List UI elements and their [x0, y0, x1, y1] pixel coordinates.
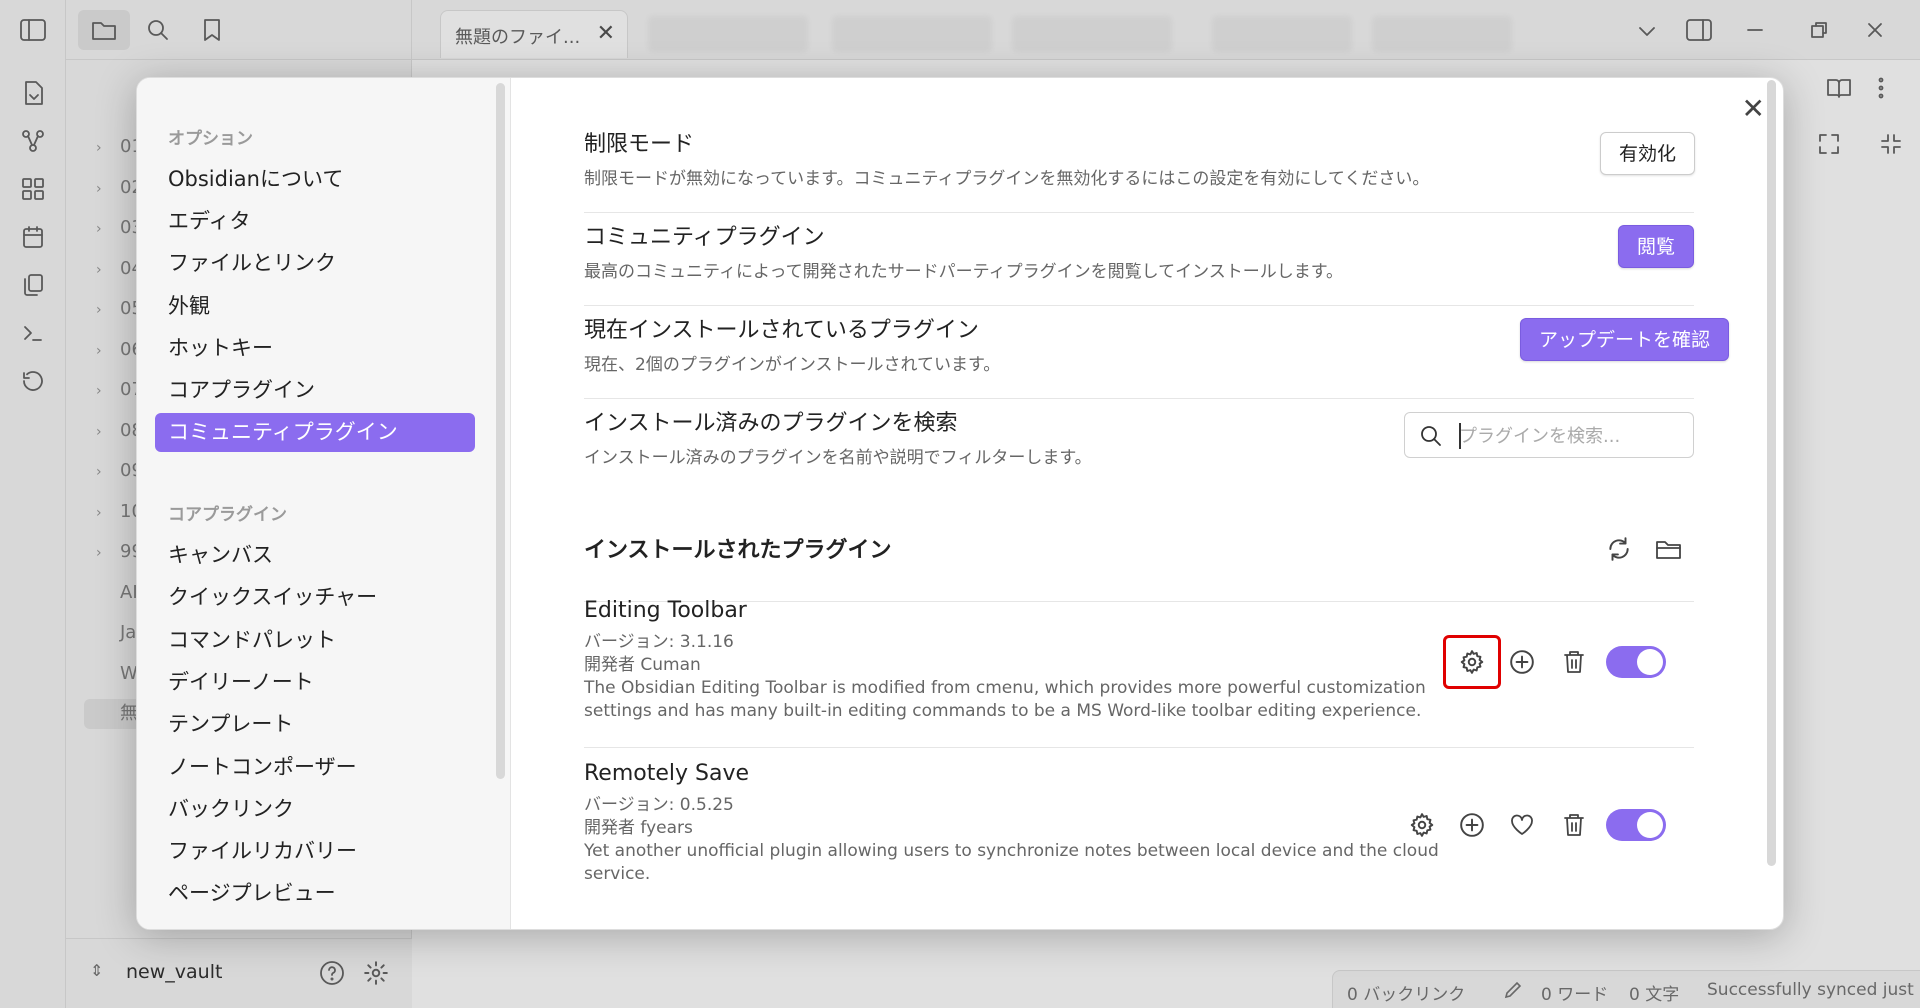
installed-plugins-section: インストールされたプラグイン — [584, 520, 1694, 602]
plugin-desc: Yet another unofficial plugin allowing u… — [584, 841, 1439, 884]
modal-close-icon[interactable]: ✕ — [1742, 92, 1765, 125]
settings-nav-item[interactable]: コミュニティプラグイン — [155, 413, 475, 453]
plugin-enable-toggle[interactable] — [1606, 809, 1666, 841]
toggle-knob — [1637, 649, 1663, 675]
settings-nav-item[interactable]: Obsidianについて — [155, 160, 475, 199]
settings-nav-item[interactable]: ホットキー — [155, 329, 475, 368]
settings-nav-core-item[interactable]: ページプレビュー — [155, 874, 475, 913]
content-scrollbar[interactable] — [1767, 80, 1776, 866]
text-caret — [1459, 423, 1461, 449]
settings-nav-item[interactable]: ファイルとリンク — [155, 244, 475, 283]
settings-nav-core-item[interactable]: テンプレート — [155, 705, 475, 744]
plugin-desc: The Obsidian Editing Toolbar is modified… — [584, 678, 1426, 721]
reload-plugins-icon[interactable] — [1602, 532, 1636, 566]
enable-restricted-mode-button[interactable]: 有効化 — [1600, 132, 1696, 175]
settings-nav-item[interactable]: エディタ — [155, 202, 475, 241]
setting-desc: 制限モードが無効になっています。コミュニティプラグインを無効化するにはこの設定を… — [584, 169, 1430, 189]
browse-plugins-button[interactable]: 閲覧 — [1618, 225, 1695, 268]
settings-nav-core-item[interactable]: クイックスイッチャー — [155, 578, 475, 617]
setting-restricted-mode: 制限モード 制限モードが無効になっています。コミュニティプラグインを無効化するに… — [584, 126, 1694, 213]
setting-community-plugins: コミュニティプラグイン 最高のコミュニティによって開発されたサードパーティプラグ… — [584, 219, 1694, 306]
open-plugins-folder-icon[interactable] — [1652, 532, 1686, 566]
setting-desc: 最高のコミュニティによって開発されたサードパーティプラグインを閲覧してインストー… — [584, 262, 1344, 282]
setting-name: 制限モード — [584, 132, 695, 157]
plugin-search-input[interactable] — [1459, 421, 1679, 451]
plugin-enable-toggle[interactable] — [1606, 646, 1666, 678]
section-title: インストールされたプラグイン — [584, 538, 892, 563]
plugin-hotkeys-plus-icon[interactable] — [1505, 645, 1539, 679]
plugin-name: Editing Toolbar — [584, 598, 747, 623]
settings-content: 制限モード 制限モードが無効になっています。コミュニティプラグインを無効化するに… — [511, 78, 1783, 929]
plugin-uninstall-trash-icon[interactable] — [1557, 645, 1591, 679]
search-icon — [1417, 422, 1445, 450]
settings-modal: オプション Obsidianについて エディタ ファイルとリンク 外観 ホットキー コアプ… — [136, 77, 1784, 930]
settings-nav-core-item[interactable]: キャンバス — [155, 536, 475, 575]
settings-nav-core-item[interactable]: ファイルリカバリー — [155, 832, 475, 871]
plugin-name: Remotely Save — [584, 761, 750, 786]
settings-nav: オプション Obsidianについて エディタ ファイルとリンク 外観 ホットキー コアプ… — [137, 78, 511, 929]
settings-nav-core-item[interactable]: ノートコンポーザー — [155, 748, 475, 787]
check-updates-button[interactable]: アップデートを確認 — [1520, 318, 1730, 361]
plugin-settings-gear-icon[interactable] — [1405, 808, 1439, 842]
plugin-hotkeys-plus-icon[interactable] — [1455, 808, 1489, 842]
settings-nav-item[interactable]: 外観 — [155, 287, 475, 326]
nav-heading-core-plugins: コアプラグイン — [168, 505, 287, 525]
settings-nav-core-item[interactable]: デイリーノート — [155, 663, 475, 702]
settings-nav-core-item[interactable]: コマンドパレット — [155, 621, 475, 660]
toggle-knob — [1637, 812, 1663, 838]
setting-name: コミュニティプラグイン — [584, 225, 825, 250]
plugin-settings-gear-icon[interactable] — [1455, 645, 1489, 679]
nav-heading-options: オプション — [168, 129, 253, 149]
nav-scrollbar[interactable] — [496, 83, 505, 779]
plugin-search-box — [1404, 412, 1694, 458]
settings-nav-core-item[interactable]: バックリンク — [155, 790, 475, 829]
plugin-uninstall-trash-icon[interactable] — [1557, 808, 1591, 842]
settings-nav-item[interactable]: コアプラグイン — [155, 371, 475, 410]
plugin-donate-heart-icon[interactable] — [1505, 808, 1539, 842]
